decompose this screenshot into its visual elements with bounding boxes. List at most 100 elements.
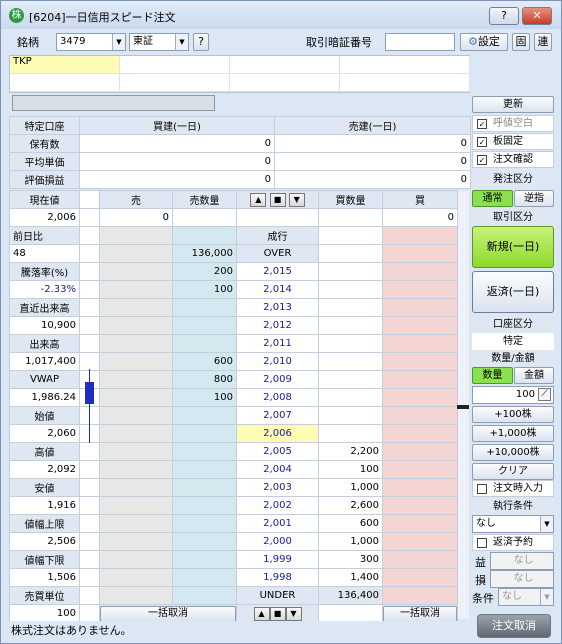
exchange-select[interactable]: 東証 ▼ [129, 33, 189, 51]
chevron-down-icon[interactable]: ▼ [175, 34, 188, 50]
sell-qty-cell: 136,000 [172, 244, 237, 263]
edit-icon[interactable]: ⟋ [538, 388, 551, 401]
buy-order-cell[interactable] [382, 244, 458, 263]
sell-order-cell[interactable] [99, 442, 173, 461]
buy-order-cell[interactable] [382, 550, 458, 569]
close-button[interactable]: ✕ [522, 7, 552, 25]
check-blank-price[interactable]: ✓ 呼値空白 [472, 115, 554, 132]
sell-order-cell[interactable] [99, 280, 173, 299]
sell-order-cell[interactable] [99, 460, 173, 479]
sell-order-cell[interactable] [99, 550, 173, 569]
fix-button[interactable]: 固 [512, 33, 530, 51]
buy-qty-cell [318, 352, 383, 371]
order-reverse-tab[interactable]: 逆指 [514, 190, 554, 207]
chevron-down-icon[interactable]: ▼ [540, 516, 553, 532]
buy-order-cell[interactable] [382, 298, 458, 317]
buy-order-cell[interactable] [382, 226, 458, 245]
sell-input-cell[interactable]: 0 [99, 208, 173, 227]
qty-input[interactable]: 100 ⟋ [472, 386, 554, 404]
sell-order-cell[interactable] [99, 244, 173, 263]
buy-order-cell[interactable] [382, 424, 458, 443]
buy-order-cell[interactable] [382, 460, 458, 479]
update-button[interactable]: 更新 [472, 96, 554, 113]
checkbox[interactable]: ✓ [477, 119, 487, 129]
repay-order-button[interactable]: 返済(一日) [472, 271, 554, 313]
checkbox[interactable] [477, 484, 487, 494]
sell-order-cell[interactable] [99, 370, 173, 389]
qty-tab[interactable]: 数量 [472, 367, 513, 384]
buy-order-cell[interactable] [382, 568, 458, 587]
checkbox[interactable]: ✓ [477, 155, 487, 165]
checkbox[interactable] [477, 538, 487, 548]
exec-cond-select[interactable]: なし ▼ [472, 515, 554, 533]
buy-order-cell[interactable] [382, 280, 458, 299]
buy-order-cell[interactable] [382, 496, 458, 515]
buy-order-cell[interactable] [382, 478, 458, 497]
sell-order-cell[interactable] [99, 496, 173, 515]
sell-order-cell[interactable] [99, 478, 173, 497]
checkbox[interactable]: ✓ [477, 137, 487, 147]
center-button[interactable]: ■ [269, 192, 286, 207]
sell-order-cell[interactable] [99, 406, 173, 425]
sell-order-cell[interactable] [99, 226, 173, 245]
symbol-code-combo[interactable]: 3479 ▼ [56, 33, 126, 51]
sell-order-cell[interactable] [99, 424, 173, 443]
scrollbar-thumb[interactable] [457, 405, 469, 409]
link-button[interactable]: 連 [534, 33, 552, 51]
chevron-down-icon[interactable]: ▼ [540, 589, 553, 605]
plus-10000-button[interactable]: +10,000株 [472, 444, 554, 461]
buy-order-cell[interactable] [382, 334, 458, 353]
loss-input[interactable]: なし [490, 570, 554, 588]
cancel-all-buy-button[interactable]: 一括取消 [383, 605, 457, 622]
cancel-all-sell-button[interactable]: 一括取消 [100, 605, 236, 622]
buy-order-cell[interactable] [382, 406, 458, 425]
buy-order-cell[interactable] [382, 370, 458, 389]
check-order-confirm[interactable]: ✓ 注文確認 [472, 151, 554, 168]
scroll-down-button[interactable]: ▼ [285, 606, 302, 621]
buy-order-cell[interactable] [382, 262, 458, 281]
plus-100-button[interactable]: +100株 [472, 406, 554, 423]
chevron-down-icon[interactable]: ▼ [112, 34, 125, 50]
order-cancel-button[interactable]: 注文取消 [477, 614, 551, 638]
repay-reserve-check[interactable]: 返済予約 [472, 534, 554, 551]
sell-order-cell[interactable] [99, 262, 173, 281]
sell-order-cell[interactable] [99, 352, 173, 371]
buy-input-cell[interactable]: 0 [382, 208, 458, 227]
board-row: 2,060 2,006 [9, 424, 458, 443]
scroll-up-button[interactable]: ▲ [253, 606, 270, 621]
sell-order-cell[interactable] [99, 298, 173, 317]
cond-select[interactable]: なし ▼ [498, 588, 554, 606]
sell-order-cell[interactable] [99, 532, 173, 551]
check-board-fix[interactable]: ✓ 板固定 [472, 133, 554, 150]
sell-order-cell[interactable] [99, 388, 173, 407]
buy-order-cell[interactable] [382, 532, 458, 551]
sell-order-cell[interactable] [99, 514, 173, 533]
pin-input[interactable] [385, 33, 455, 51]
settings-button[interactable]: ⚙設定 [460, 33, 508, 51]
buy-order-cell[interactable] [382, 442, 458, 461]
order-normal-tab[interactable]: 通常 [472, 190, 513, 207]
order-time-input-check[interactable]: 注文時入力 [472, 480, 554, 497]
center-button[interactable]: ■ [269, 606, 286, 621]
scroll-down-button[interactable]: ▼ [288, 192, 305, 207]
symbol-help-button[interactable]: ? [193, 33, 209, 51]
stock-name-cell[interactable]: TKP [10, 56, 120, 74]
buy-order-cell[interactable] [382, 388, 458, 407]
sell-order-cell[interactable] [99, 316, 173, 335]
buy-order-cell[interactable] [382, 316, 458, 335]
help-button[interactable]: ? [489, 7, 519, 25]
plus-1000-button[interactable]: +1,000株 [472, 425, 554, 442]
new-order-button[interactable]: 新規(一日) [472, 226, 554, 268]
buy-order-cell[interactable] [382, 514, 458, 533]
sell-order-cell[interactable] [99, 568, 173, 587]
buy-order-cell[interactable] [382, 352, 458, 371]
clear-button[interactable]: クリア [472, 463, 554, 480]
sell-order-cell[interactable] [99, 334, 173, 353]
amount-tab[interactable]: 金額 [514, 367, 554, 384]
sell-order-cell[interactable] [99, 586, 173, 605]
board-row: 直近出来高 2,013 [9, 298, 458, 317]
info-label: 直近出来高 [9, 298, 80, 317]
buy-order-cell[interactable] [382, 586, 458, 605]
scroll-up-button[interactable]: ▲ [250, 192, 267, 207]
profit-input[interactable]: なし [490, 552, 554, 570]
